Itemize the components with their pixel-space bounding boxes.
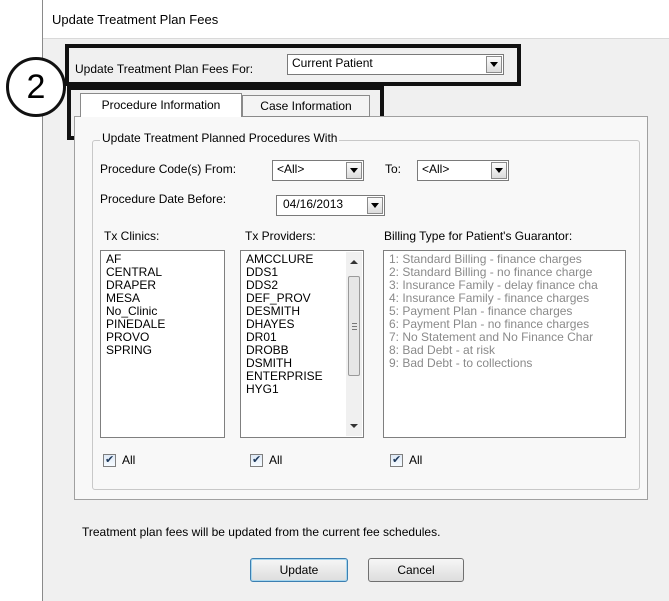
clinics-header: Tx Clinics: xyxy=(104,229,160,243)
list-item[interactable]: CENTRAL xyxy=(106,266,162,278)
list-item[interactable]: 2: Standard Billing - no finance charge xyxy=(389,266,592,278)
annotation-badge: 2 xyxy=(6,57,66,117)
list-item[interactable]: DHAYES xyxy=(246,318,294,330)
to-label: To: xyxy=(385,162,402,176)
tab-procedure-information[interactable]: Procedure Information xyxy=(80,93,242,117)
groupbox-title: Update Treatment Planned Procedures With xyxy=(100,131,340,145)
tab-label: Case Information xyxy=(260,99,352,113)
clinics-all-checkbox[interactable] xyxy=(103,453,116,467)
annotation-box-top xyxy=(65,44,521,86)
list-item[interactable]: AF xyxy=(106,253,121,265)
proc-to-value: <All> xyxy=(422,162,450,176)
list-item[interactable]: DESMITH xyxy=(246,305,300,317)
window-title: Update Treatment Plan Fees xyxy=(52,12,219,27)
list-item[interactable]: 7: No Statement and No Finance Char xyxy=(389,331,593,343)
list-item[interactable]: 3: Insurance Family - delay finance cha xyxy=(389,279,598,291)
list-item[interactable]: ENTERPRISE xyxy=(246,370,323,382)
list-item[interactable]: DSMITH xyxy=(246,357,292,369)
clinics-listbox[interactable]: AF CENTRAL DRAPER MESA No_Clinic PINEDAL… xyxy=(100,250,225,438)
chevron-down-icon[interactable] xyxy=(346,162,362,179)
providers-scrollbar[interactable] xyxy=(346,252,362,436)
list-item[interactable]: 5: Payment Plan - finance charges xyxy=(389,305,572,317)
scroll-up-icon[interactable] xyxy=(350,260,358,264)
chevron-down-icon[interactable] xyxy=(491,162,507,179)
update-button[interactable]: Update xyxy=(250,558,348,582)
billing-all-label: All xyxy=(409,453,423,467)
scroll-thumb[interactable] xyxy=(348,276,360,376)
scroll-down-icon[interactable] xyxy=(350,424,358,428)
list-item[interactable]: DROBB xyxy=(246,344,289,356)
list-item[interactable]: AMCCLURE xyxy=(246,253,313,265)
list-item[interactable]: HYG1 xyxy=(246,383,279,395)
list-item[interactable]: No_Clinic xyxy=(106,305,157,317)
list-item[interactable]: 8: Bad Debt - at risk xyxy=(389,344,495,356)
date-before-value: 04/16/2013 xyxy=(283,197,344,211)
tab-label: Procedure Information xyxy=(101,98,221,112)
list-item[interactable]: PINEDALE xyxy=(106,318,165,330)
proc-from-value: <All> xyxy=(277,162,305,176)
providers-header: Tx Providers: xyxy=(245,229,316,243)
footer-note: Treatment plan fees will be updated from… xyxy=(82,525,441,539)
proc-to-dropdown[interactable]: <All> xyxy=(417,160,509,181)
list-item[interactable]: 4: Insurance Family - finance charges xyxy=(389,292,589,304)
providers-all-label: All xyxy=(269,453,283,467)
proc-from-dropdown[interactable]: <All> xyxy=(272,160,364,181)
billing-type-listbox[interactable]: 1: Standard Billing - finance charges 2:… xyxy=(383,250,626,438)
list-item[interactable]: 1: Standard Billing - finance charges xyxy=(389,253,582,265)
date-before-picker[interactable]: 04/16/2013 xyxy=(276,195,385,216)
list-item[interactable]: PROVO xyxy=(106,331,149,343)
calendar-dropdown-icon[interactable] xyxy=(367,197,383,214)
list-item[interactable]: DRAPER xyxy=(106,279,156,291)
billing-header: Billing Type for Patient's Guarantor: xyxy=(384,229,573,243)
cancel-button[interactable]: Cancel xyxy=(368,558,464,582)
list-item[interactable]: MESA xyxy=(106,292,140,304)
tab-case-information[interactable]: Case Information xyxy=(242,95,370,117)
list-item[interactable]: DEF_PROV xyxy=(246,292,311,304)
providers-listbox[interactable]: AMCCLURE DDS1 DDS2 DEF_PROV DESMITH DHAY… xyxy=(240,250,364,438)
list-item[interactable]: DR01 xyxy=(246,331,277,343)
list-item[interactable]: 9: Bad Debt - to collections xyxy=(389,357,532,369)
clinics-all-label: All xyxy=(122,453,136,467)
date-before-label: Procedure Date Before: xyxy=(100,192,227,206)
list-item[interactable]: DDS1 xyxy=(246,266,278,278)
providers-all-checkbox[interactable] xyxy=(250,453,263,467)
list-item[interactable]: DDS2 xyxy=(246,279,278,291)
billing-all-checkbox[interactable] xyxy=(390,453,403,467)
list-item[interactable]: SPRING xyxy=(106,344,152,356)
proc-from-label: Procedure Code(s) From: xyxy=(100,162,237,176)
list-item[interactable]: 6: Payment Plan - no finance charges xyxy=(389,318,589,330)
